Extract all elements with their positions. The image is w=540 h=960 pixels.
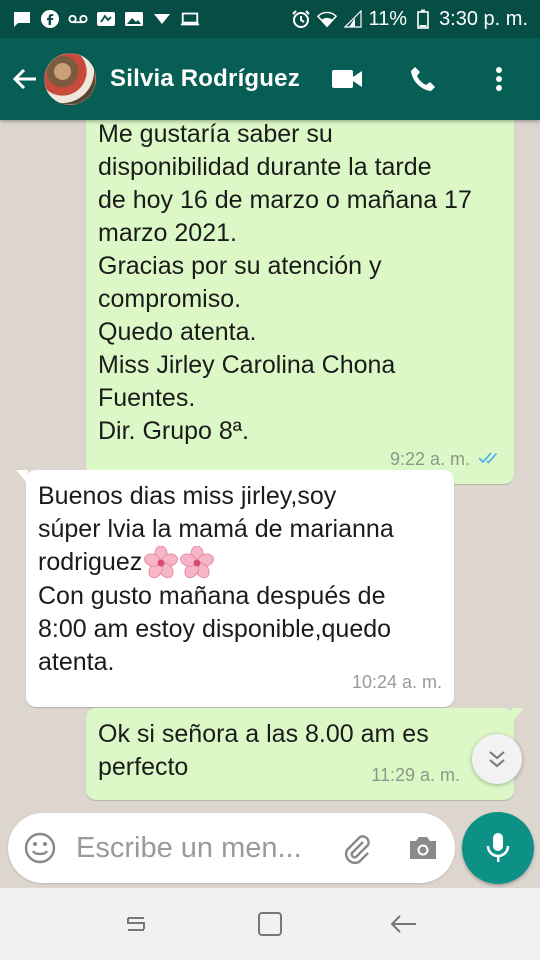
battery-icon <box>413 9 433 29</box>
message-time: 11:29 a. m. <box>371 765 460 785</box>
laptop-icon <box>180 10 200 28</box>
double-chevron-down-icon <box>489 751 505 768</box>
outgoing-message[interactable]: Me gustaría saber su disponibilidad dura… <box>86 120 514 484</box>
attach-clip-icon[interactable] <box>339 830 375 866</box>
alarm-icon <box>291 10 311 28</box>
incoming-message[interactable]: Buenos dias miss jirley,soy súper lvia l… <box>16 470 454 708</box>
status-bar: 11% 3:30 p. m. <box>0 0 540 38</box>
system-navigation-bar <box>0 888 540 960</box>
message-text: Buenos dias miss jirley,soy súper lvia l… <box>38 482 394 576</box>
camera-icon[interactable] <box>405 830 441 866</box>
message-list[interactable]: Me gustaría saber su disponibilidad dura… <box>0 120 540 808</box>
message-input-field[interactable]: Escribe un men... <box>8 813 455 883</box>
microphone-icon <box>486 833 510 862</box>
voice-message-button[interactable] <box>462 812 534 884</box>
outgoing-message[interactable]: Ok si señora a las 8.00 am es perfecto 1… <box>86 708 524 800</box>
download-icon <box>152 10 172 28</box>
wifi-icon <box>316 10 337 28</box>
clock-time: 3:30 p. m. <box>439 7 528 30</box>
chat-header: Silvia Rodríguez <box>0 38 540 120</box>
image-icon <box>124 10 144 28</box>
message-notification-icon <box>12 10 32 28</box>
signal-icon <box>343 10 363 28</box>
facebook-icon <box>40 10 60 28</box>
message-time: 10:24 a. m. <box>351 672 442 693</box>
message-text: Me gustaría saber su disponibilidad dura… <box>98 120 472 445</box>
sim-card-icon <box>96 10 116 28</box>
read-receipt-icon <box>478 443 502 476</box>
message-composer: Escribe un men... <box>0 808 540 888</box>
phone-call-icon[interactable] <box>406 62 440 96</box>
cherry-blossom-emoji <box>142 546 215 579</box>
scroll-to-bottom-button[interactable] <box>472 734 522 784</box>
recent-apps-icon[interactable] <box>117 904 157 944</box>
contact-name[interactable]: Silvia Rodríguez <box>110 65 300 93</box>
message-input-placeholder[interactable]: Escribe un men... <box>76 832 339 865</box>
battery-percentage: 11% <box>368 7 408 30</box>
message-text: Con gusto mañana después de 8:00 am esto… <box>38 582 392 677</box>
emoji-icon[interactable] <box>22 830 58 866</box>
more-options-icon[interactable] <box>482 62 516 96</box>
back-nav-icon[interactable] <box>383 904 423 944</box>
back-arrow-icon[interactable] <box>10 64 40 94</box>
voicemail-icon <box>68 10 88 28</box>
home-icon[interactable] <box>250 904 290 944</box>
contact-avatar[interactable] <box>44 53 96 105</box>
video-call-icon[interactable] <box>330 62 364 96</box>
